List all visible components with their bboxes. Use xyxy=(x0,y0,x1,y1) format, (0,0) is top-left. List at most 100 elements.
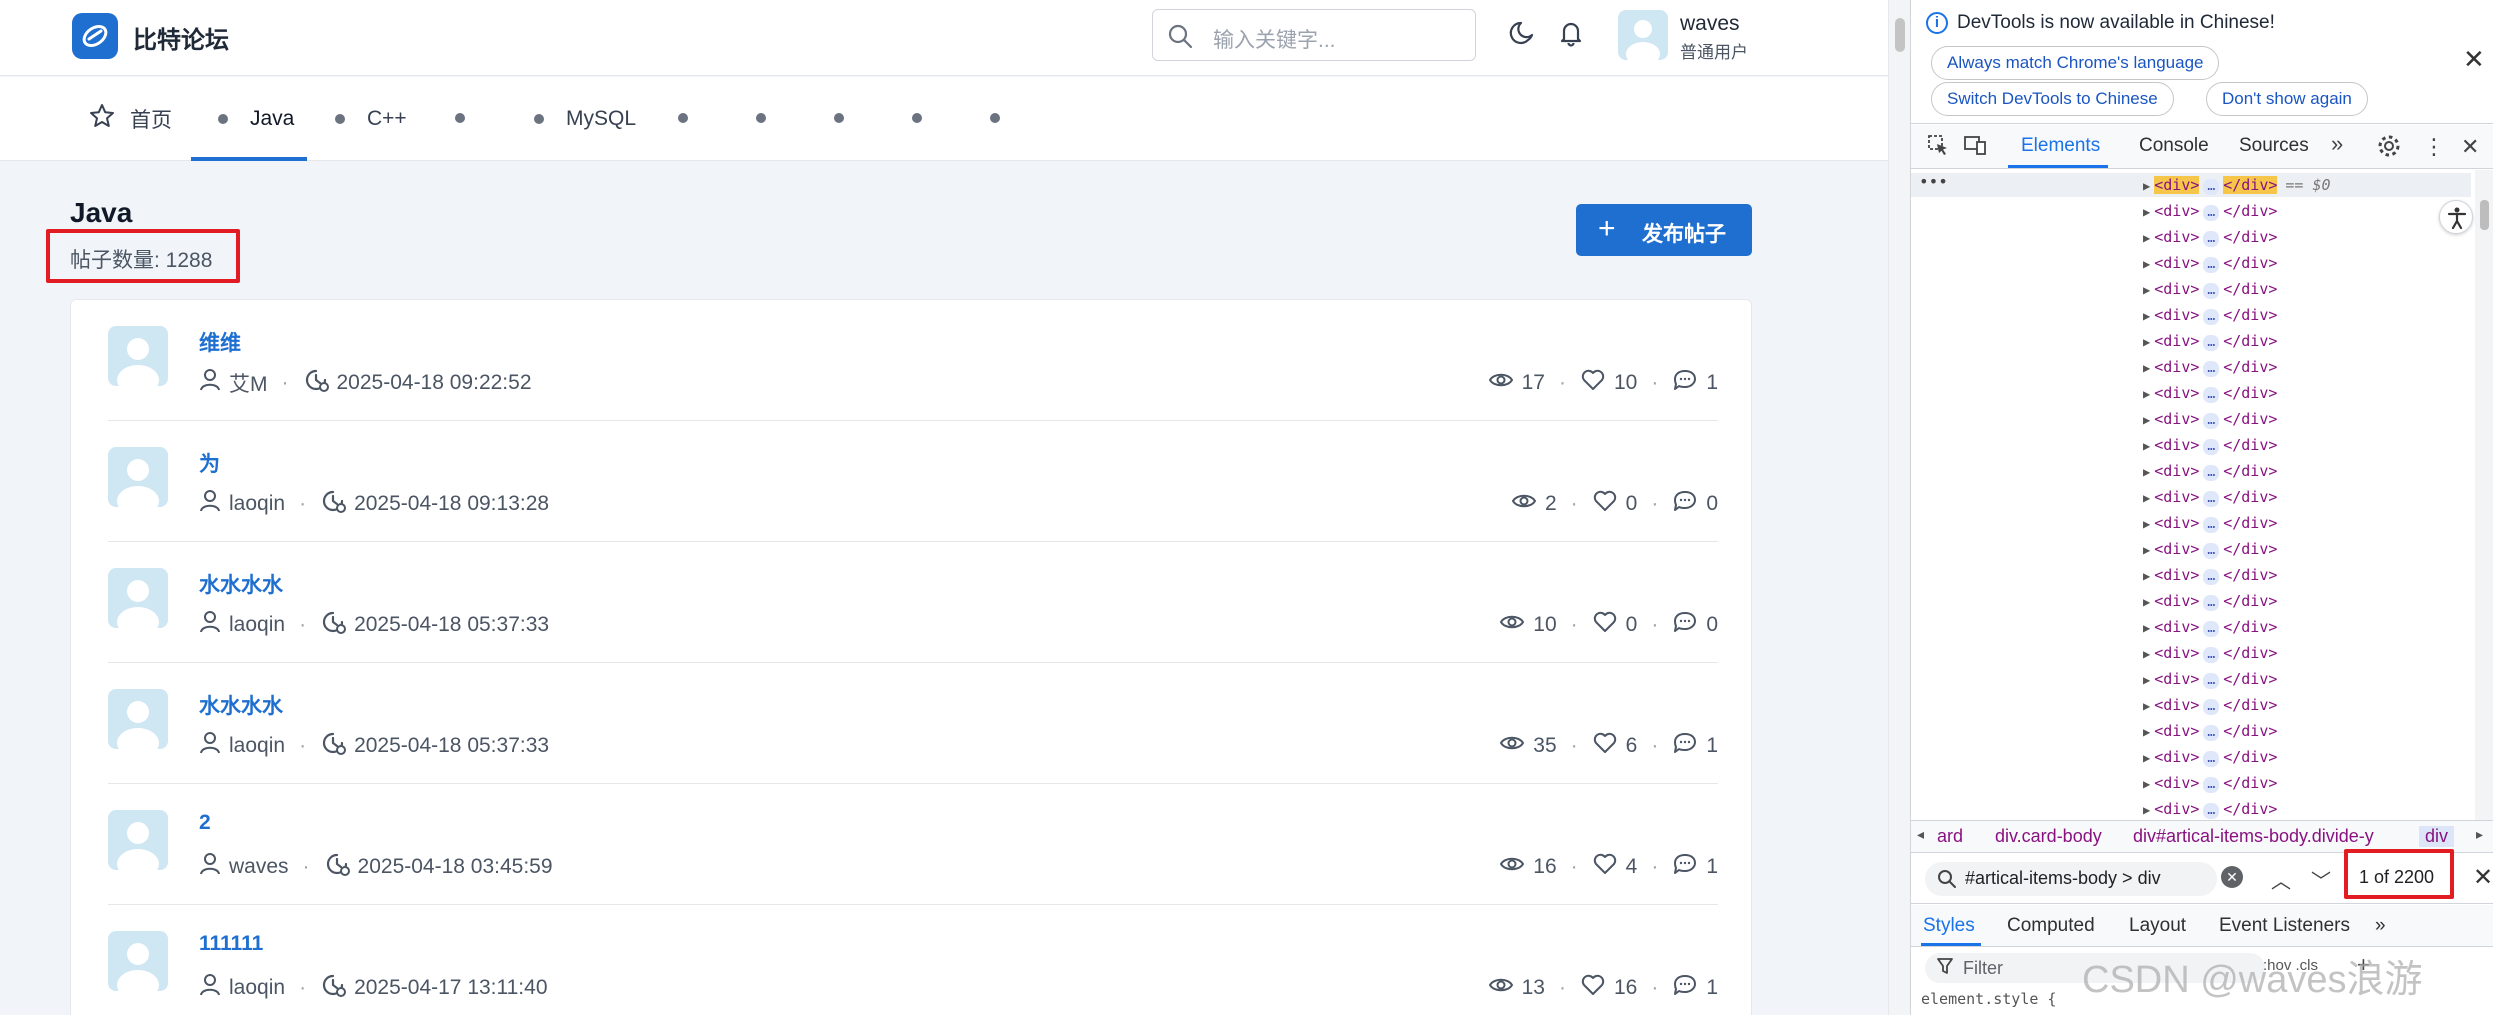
post-author-avatar[interactable] xyxy=(108,447,168,507)
breadcrumb-scroll-left-icon[interactable]: ◂ xyxy=(1917,826,1924,843)
dom-node-row[interactable]: ▶ <div>… </div> xyxy=(2143,796,2277,820)
post-row[interactable]: 111111 laoqin · 2025-04-17 13:11:40 13 · 16 · 1 xyxy=(108,905,1718,1015)
tab-layout[interactable]: Layout xyxy=(2129,915,2186,937)
expand-triangle-icon[interactable]: ▶ xyxy=(2143,647,2150,661)
dom-tree-scrollbar[interactable] xyxy=(2475,170,2493,820)
dark-mode-moon-icon[interactable] xyxy=(1508,18,1538,53)
expand-triangle-icon[interactable]: ▶ xyxy=(2143,179,2150,193)
dom-node-row[interactable]: ▶ <div>… </div> xyxy=(2143,588,2277,614)
breadcrumb-item[interactable]: div#artical-items-body.divide-y xyxy=(2133,826,2374,847)
dom-node-row[interactable]: ▶ <div>… </div> xyxy=(2143,432,2277,458)
dom-node-row[interactable]: ▶ <div>… </div> xyxy=(2143,718,2277,744)
expand-triangle-icon[interactable]: ▶ xyxy=(2143,673,2150,687)
breadcrumb-item[interactable]: ard xyxy=(1937,826,1963,847)
collapsed-children-badge[interactable]: … xyxy=(2203,309,2220,325)
collapsed-children-badge[interactable]: … xyxy=(2203,179,2220,195)
expand-triangle-icon[interactable]: ▶ xyxy=(2143,335,2150,349)
collapsed-children-badge[interactable]: … xyxy=(2203,283,2220,299)
collapsed-children-badge[interactable]: … xyxy=(2203,569,2220,585)
publish-post-button[interactable]: + 发布帖子 xyxy=(1576,204,1752,256)
clear-search-icon[interactable]: ✕ xyxy=(2221,866,2243,888)
post-author-avatar[interactable] xyxy=(108,326,168,386)
expand-triangle-icon[interactable]: ▶ xyxy=(2143,543,2150,557)
post-title[interactable]: 维维 xyxy=(199,327,241,357)
collapsed-children-badge[interactable]: … xyxy=(2203,205,2220,221)
more-tabs-chevron-icon[interactable]: » xyxy=(2375,915,2386,937)
expand-triangle-icon[interactable]: ▶ xyxy=(2143,803,2150,817)
post-author[interactable]: laoqin xyxy=(229,976,285,1000)
expand-triangle-icon[interactable]: ▶ xyxy=(2143,205,2150,219)
page-scrollbar[interactable] xyxy=(1888,0,1910,1015)
collapsed-children-badge[interactable]: … xyxy=(2203,257,2220,273)
dom-node-row[interactable]: ▶ <div>… </div> xyxy=(2143,224,2277,250)
post-author[interactable]: laoqin xyxy=(229,734,285,758)
nav-item-java[interactable]: Java xyxy=(218,77,294,161)
dom-node-row[interactable]: ▶ <div>… </div> xyxy=(2143,458,2277,484)
collapsed-children-badge[interactable]: … xyxy=(2203,491,2220,507)
collapsed-children-badge[interactable]: … xyxy=(2203,335,2220,351)
post-title[interactable]: 为 xyxy=(199,448,220,478)
post-title[interactable]: 111111 xyxy=(199,932,263,956)
post-row[interactable]: 水水水水 laoqin · 2025-04-18 05:37:33 35 · 6 · 1 xyxy=(108,663,1718,784)
user-name[interactable]: waves xyxy=(1680,12,1740,36)
accessibility-icon[interactable] xyxy=(2439,200,2473,234)
dom-node-row[interactable]: ▶ <div>… </div> == $0 xyxy=(2143,172,2331,198)
dom-tree[interactable]: ••• ▶ <div>… </div> == $0 ▶ <div>… </div> ▶ <div… xyxy=(1911,170,2493,820)
post-author[interactable]: waves xyxy=(229,855,289,879)
dom-node-row[interactable]: ▶ <div>… </div> xyxy=(2143,666,2277,692)
post-author[interactable]: laoqin xyxy=(229,613,285,637)
forum-logo-icon[interactable] xyxy=(72,13,118,59)
expand-triangle-icon[interactable]: ▶ xyxy=(2143,387,2150,401)
nav-item-unlabeled[interactable] xyxy=(912,113,922,123)
collapsed-children-badge[interactable]: … xyxy=(2203,361,2220,377)
tab-sources[interactable]: Sources xyxy=(2239,135,2309,157)
previous-match-icon[interactable]: ︿ xyxy=(2271,865,2291,894)
collapsed-children-badge[interactable]: … xyxy=(2203,699,2220,715)
expand-triangle-icon[interactable]: ▶ xyxy=(2143,569,2150,583)
expand-triangle-icon[interactable]: ▶ xyxy=(2143,439,2150,453)
kebab-menu-icon[interactable]: ⋮ xyxy=(2423,134,2445,160)
switch-to-chinese-button[interactable]: Switch DevTools to Chinese xyxy=(1931,82,2174,116)
expand-triangle-icon[interactable]: ▶ xyxy=(2143,257,2150,271)
next-match-icon[interactable]: ﹀ xyxy=(2311,865,2331,894)
dom-node-row[interactable]: ▶ <div>… </div> xyxy=(2143,328,2277,354)
scrollbar-thumb[interactable] xyxy=(1895,18,1905,52)
dom-node-row[interactable]: ▶ <div>… </div> xyxy=(2143,562,2277,588)
post-row[interactable]: 为 laoqin · 2025-04-18 09:13:28 2 · 0 · 0 xyxy=(108,421,1718,542)
dom-node-row[interactable]: ▶ <div>… </div> xyxy=(2143,354,2277,380)
nav-item-unlabeled[interactable] xyxy=(455,113,465,123)
post-title[interactable]: 水水水水 xyxy=(199,690,283,720)
user-avatar[interactable] xyxy=(1618,10,1668,60)
collapsed-children-badge[interactable]: … xyxy=(2203,595,2220,611)
collapsed-children-badge[interactable]: … xyxy=(2203,803,2220,819)
collapsed-children-badge[interactable]: … xyxy=(2203,543,2220,559)
post-author-avatar[interactable] xyxy=(108,931,168,991)
scrollbar-thumb[interactable] xyxy=(2480,200,2489,230)
post-author[interactable]: 艾M xyxy=(229,368,268,398)
dom-node-row[interactable]: ▶ <div>… </div> xyxy=(2143,692,2277,718)
post-row[interactable]: 维维 艾M · 2025-04-18 09:22:52 17 · 10 · 1 xyxy=(108,300,1718,421)
breadcrumb-scroll-right-icon[interactable]: ▸ xyxy=(2476,826,2483,843)
node-actions-ellipsis[interactable]: ••• xyxy=(1919,172,1948,191)
notification-bell-icon[interactable] xyxy=(1556,18,1586,53)
collapsed-children-badge[interactable]: … xyxy=(2203,413,2220,429)
find-input[interactable]: #artical-items-body > div xyxy=(1925,862,2217,896)
nav-item-cpp[interactable]: C++ xyxy=(335,77,407,161)
gear-icon[interactable] xyxy=(2377,134,2401,164)
collapsed-children-badge[interactable]: … xyxy=(2203,517,2220,533)
match-language-button[interactable]: Always match Chrome's language xyxy=(1931,46,2220,80)
close-devtools-icon[interactable]: ✕ xyxy=(2461,134,2479,160)
close-icon[interactable]: ✕ xyxy=(2463,44,2485,75)
tab-computed[interactable]: Computed xyxy=(2007,915,2095,937)
breadcrumb-item-current[interactable]: div xyxy=(2419,826,2455,847)
nav-home[interactable]: 首页 xyxy=(88,77,172,161)
nav-item-unlabeled[interactable] xyxy=(678,113,688,123)
dom-node-row[interactable]: ▶ <div>… </div> xyxy=(2143,198,2277,224)
expand-triangle-icon[interactable]: ▶ xyxy=(2143,595,2150,609)
dom-node-row[interactable]: ▶ <div>… </div> xyxy=(2143,302,2277,328)
dom-node-row[interactable]: ▶ <div>… </div> xyxy=(2143,640,2277,666)
post-author[interactable]: laoqin xyxy=(229,492,285,516)
nav-item-unlabeled[interactable] xyxy=(834,113,844,123)
tab-styles[interactable]: Styles xyxy=(1923,915,1975,937)
post-row[interactable]: 2 waves · 2025-04-18 03:45:59 16 · 4 · 1 xyxy=(108,784,1718,905)
